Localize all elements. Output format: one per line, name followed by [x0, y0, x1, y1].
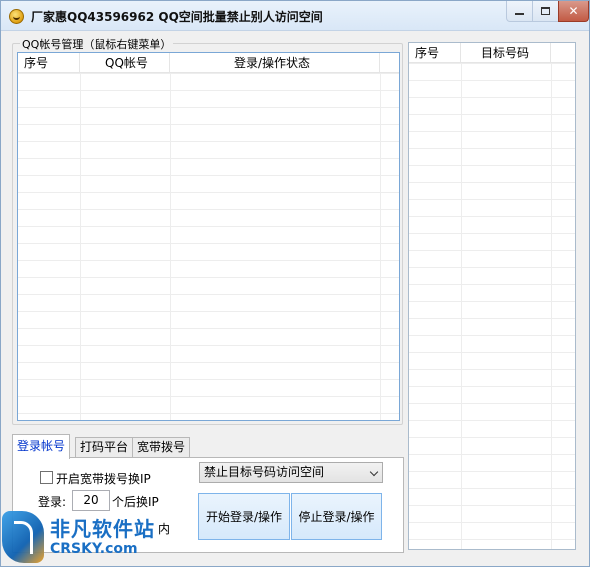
column-divider [80, 73, 81, 420]
maximize-button[interactable] [532, 1, 559, 22]
tab-login-accounts[interactable]: 登录帐号 [12, 434, 71, 459]
maximize-icon [541, 7, 550, 15]
action-select-value: 禁止目标号码访问空间 [204, 465, 325, 479]
column-divider [461, 63, 462, 549]
action-select[interactable]: 禁止目标号码访问空间 [199, 462, 383, 483]
minimize-icon [515, 13, 524, 15]
column-header-index[interactable]: 序号 [18, 53, 80, 73]
broadband-ip-checkbox[interactable] [40, 471, 53, 484]
tab-broadband-dial[interactable]: 宽带拨号 [132, 437, 191, 458]
accounts-list[interactable]: 序号 QQ帐号 登录/操作状态 [17, 52, 400, 421]
window-title: 厂家惠QQ43596962 QQ空间批量禁止别人访问空间 [31, 10, 323, 24]
app-logo-icon [9, 9, 24, 24]
targets-list-header: 序号 目标号码 [409, 43, 575, 63]
column-divider [380, 73, 381, 420]
broadband-ip-label[interactable]: 开启宽带拨号换IP [56, 470, 151, 487]
column-divider [170, 73, 171, 420]
tab-captcha-platform[interactable]: 打码平台 [75, 437, 134, 458]
accounts-group-title: QQ帐号管理（鼠标右键菜单） [20, 36, 174, 52]
column-header-qq[interactable]: QQ帐号 [80, 53, 170, 73]
close-button[interactable]: ✕ [558, 1, 589, 22]
watermark-en-text: CRSKY.com [50, 541, 138, 557]
watermark: 非凡软件站 CRSKY.com [0, 505, 180, 567]
accounts-list-body[interactable] [18, 73, 399, 420]
stop-login-button[interactable]: 停止登录/操作 [291, 493, 382, 540]
column-header-status[interactable]: 登录/操作状态 [170, 53, 380, 73]
crsky-logo-icon [2, 511, 44, 563]
start-login-button[interactable]: 开始登录/操作 [198, 493, 290, 540]
column-header-target-number[interactable]: 目标号码 [461, 43, 551, 63]
column-header-index[interactable]: 序号 [409, 43, 461, 63]
minimize-button[interactable] [506, 1, 533, 22]
title-bar[interactable]: 厂家惠QQ43596962 QQ空间批量禁止别人访问空间 ✕ [1, 1, 589, 31]
watermark-cn-text: 非凡软件站 [50, 517, 155, 541]
accounts-list-header: 序号 QQ帐号 登录/操作状态 [18, 53, 399, 73]
chevron-down-icon [369, 467, 379, 477]
column-divider [551, 63, 552, 549]
close-icon: ✕ [568, 4, 579, 18]
targets-list[interactable]: 序号 目标号码 [408, 42, 576, 550]
